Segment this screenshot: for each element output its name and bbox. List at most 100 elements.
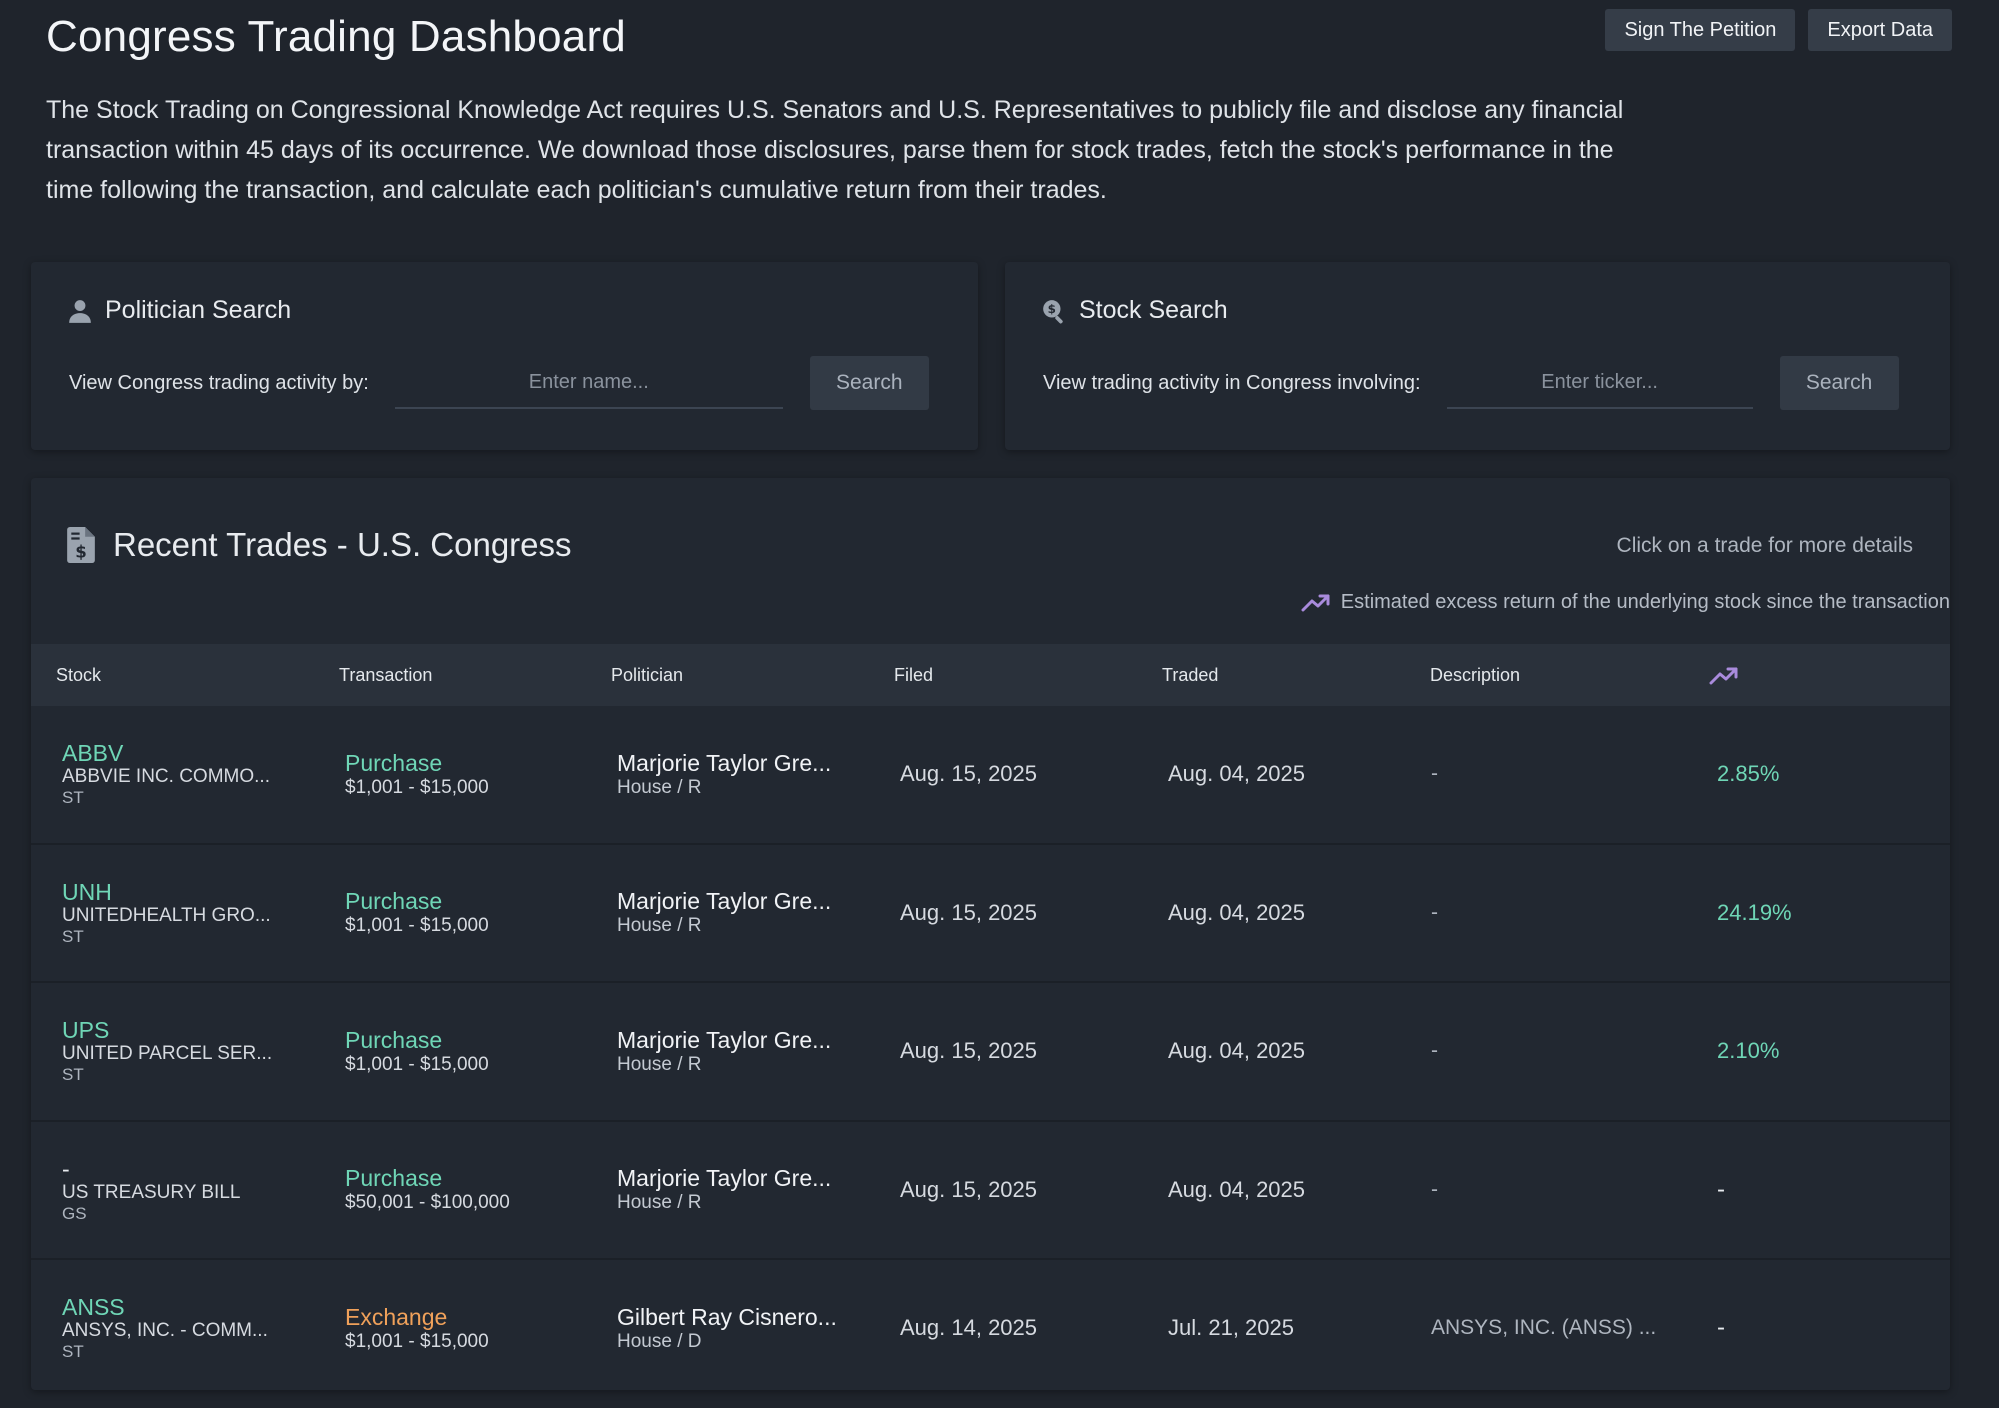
- recent-trades-header: $ Recent Trades - U.S. Congress: [67, 526, 572, 564]
- excess-return-value: -: [1717, 1314, 1725, 1342]
- transaction-cell: Purchase $1,001 - $15,000: [345, 983, 595, 1120]
- politician-name[interactable]: Gilbert Ray Cisnero...: [617, 1304, 877, 1331]
- stock-ticker[interactable]: ABBV: [62, 740, 322, 766]
- traded-cell: Aug. 04, 2025: [1168, 983, 1408, 1120]
- top-actions: Sign The Petition Export Data: [1605, 9, 1952, 51]
- politician-chamber-party: House / R: [617, 915, 702, 937]
- column-description[interactable]: Description: [1430, 644, 1520, 706]
- traded-cell: Jul. 21, 2025: [1168, 1260, 1408, 1390]
- company-name: UNITEDHEALTH GRO...: [62, 904, 271, 926]
- traded-cell: Aug. 04, 2025: [1168, 1122, 1408, 1259]
- recent-trades-panel: $ Recent Trades - U.S. Congress Click on…: [31, 478, 1950, 1390]
- trade-row[interactable]: - US TREASURY BILL GS Purchase $50,001 -…: [31, 1122, 1950, 1260]
- sign-petition-button[interactable]: Sign The Petition: [1605, 9, 1796, 51]
- stock-cell: ANSS ANSYS, INC. - COMM... ST: [62, 1260, 322, 1390]
- transaction-cell: Purchase $50,001 - $100,000: [345, 1122, 595, 1259]
- excess-return-value: -: [1717, 1175, 1725, 1203]
- trades-table-body: ABBV ABBVIE INC. COMMO... ST Purchase $1…: [31, 706, 1950, 1390]
- stock-ticker[interactable]: UPS: [62, 1017, 322, 1043]
- ticker-input[interactable]: [1446, 357, 1753, 409]
- transaction-type: Purchase: [345, 749, 443, 776]
- column-filed[interactable]: Filed: [894, 644, 933, 706]
- traded-cell: Aug. 04, 2025: [1168, 706, 1408, 843]
- excess-return-value: 24.19%: [1717, 899, 1792, 925]
- description-cell: -: [1431, 845, 1691, 982]
- trade-description: -: [1431, 762, 1438, 786]
- excess-return-legend-text: Estimated excess return of the underlyin…: [1340, 591, 1950, 613]
- column-stock[interactable]: Stock: [56, 644, 101, 706]
- politician-name-input[interactable]: [394, 357, 783, 409]
- export-data-button[interactable]: Export Data: [1808, 9, 1952, 51]
- filed-date: Aug. 15, 2025: [900, 899, 1038, 925]
- politician-search-header: Politician Search: [67, 296, 291, 325]
- trade-row[interactable]: ABBV ABBVIE INC. COMMO... ST Purchase $1…: [31, 706, 1950, 845]
- traded-date: Aug. 04, 2025: [1168, 761, 1306, 787]
- stock-search-header: $ Stock Search: [1041, 296, 1228, 325]
- stock-cell: ABBV ABBVIE INC. COMMO... ST: [62, 706, 322, 843]
- return-cell: 24.19%: [1717, 845, 1917, 982]
- excess-return-value: 2.85%: [1717, 761, 1780, 787]
- asset-type: ST: [62, 1065, 84, 1085]
- trending-up-icon: [1301, 594, 1330, 611]
- politician-name[interactable]: Marjorie Taylor Gre...: [617, 1027, 877, 1054]
- transaction-type: Purchase: [345, 1026, 443, 1053]
- filed-cell: Aug. 14, 2025: [900, 1260, 1140, 1390]
- transaction-amount: $1,001 - $15,000: [345, 915, 489, 937]
- filed-cell: Aug. 15, 2025: [900, 1122, 1140, 1259]
- trades-table-header: Stock Transaction Politician Filed Trade…: [31, 644, 1950, 706]
- politician-search-title: Politician Search: [105, 296, 292, 324]
- politician-chamber-party: House / R: [617, 1053, 702, 1075]
- politician-name[interactable]: Marjorie Taylor Gre...: [617, 888, 877, 915]
- search-dollar-icon: $: [1043, 299, 1063, 323]
- politician-cell: Marjorie Taylor Gre... House / R: [617, 1122, 877, 1259]
- transaction-amount: $50,001 - $100,000: [345, 1192, 510, 1214]
- asset-type: ST: [62, 1342, 84, 1362]
- svg-text:$: $: [1048, 302, 1056, 316]
- column-politician[interactable]: Politician: [611, 644, 683, 706]
- return-cell: 2.10%: [1717, 983, 1917, 1120]
- intro-text: The Stock Trading on Congressional Knowl…: [46, 96, 1624, 204]
- politician-name[interactable]: Marjorie Taylor Gre...: [617, 750, 877, 777]
- stock-ticker[interactable]: UNH: [62, 879, 322, 905]
- filed-cell: Aug. 15, 2025: [900, 706, 1140, 843]
- return-cell: -: [1717, 1260, 1917, 1390]
- trade-row[interactable]: UNH UNITEDHEALTH GRO... ST Purchase $1,0…: [31, 845, 1950, 983]
- stock-search-button[interactable]: Search: [1779, 356, 1899, 410]
- traded-cell: Aug. 04, 2025: [1168, 845, 1408, 982]
- company-name: ABBVIE INC. COMMO...: [62, 766, 270, 788]
- filed-date: Aug. 15, 2025: [900, 761, 1038, 787]
- transaction-type: Purchase: [345, 888, 443, 915]
- stock-search-row: View trading activity in Congress involv…: [1043, 356, 1913, 410]
- trade-row[interactable]: ANSS ANSYS, INC. - COMM... ST Exchange $…: [31, 1260, 1950, 1390]
- transaction-type: Purchase: [345, 1165, 443, 1192]
- traded-date: Jul. 21, 2025: [1168, 1315, 1294, 1341]
- excess-return-value: 2.10%: [1717, 1038, 1780, 1064]
- politician-search-button[interactable]: Search: [809, 356, 929, 410]
- trade-details-hint: Click on a trade for more details: [1616, 534, 1913, 557]
- recent-trades-title: Recent Trades - U.S. Congress: [113, 526, 572, 563]
- politician-cell: Marjorie Taylor Gre... House / R: [617, 845, 877, 982]
- asset-type: GS: [62, 1203, 87, 1223]
- company-name: US TREASURY BILL: [62, 1181, 241, 1203]
- transaction-cell: Purchase $1,001 - $15,000: [345, 845, 595, 982]
- column-excess-return[interactable]: [1709, 644, 1739, 706]
- politician-cell: Marjorie Taylor Gre... House / R: [617, 706, 877, 843]
- trade-description: -: [1431, 900, 1438, 924]
- politician-chamber-party: House / D: [617, 1330, 702, 1352]
- asset-type: ST: [62, 788, 84, 808]
- stock-search-title: Stock Search: [1079, 296, 1228, 324]
- description-cell: -: [1431, 706, 1691, 843]
- politician-name[interactable]: Marjorie Taylor Gre...: [617, 1165, 877, 1192]
- page-title: Congress Trading Dashboard: [46, 12, 626, 61]
- transaction-amount: $1,001 - $15,000: [345, 1330, 489, 1352]
- svg-text:$: $: [75, 542, 87, 561]
- politician-cell: Gilbert Ray Cisnero... House / D: [617, 1260, 877, 1390]
- invoice-dollar-icon: $: [67, 527, 95, 563]
- trade-row[interactable]: UPS UNITED PARCEL SER... ST Purchase $1,…: [31, 983, 1950, 1122]
- stock-search-label: View trading activity in Congress involv…: [1043, 371, 1421, 394]
- column-traded[interactable]: Traded: [1162, 644, 1218, 706]
- company-name: UNITED PARCEL SER...: [62, 1043, 273, 1065]
- column-transaction[interactable]: Transaction: [339, 644, 432, 706]
- stock-ticker[interactable]: ANSS: [62, 1294, 322, 1320]
- return-cell: 2.85%: [1717, 706, 1917, 843]
